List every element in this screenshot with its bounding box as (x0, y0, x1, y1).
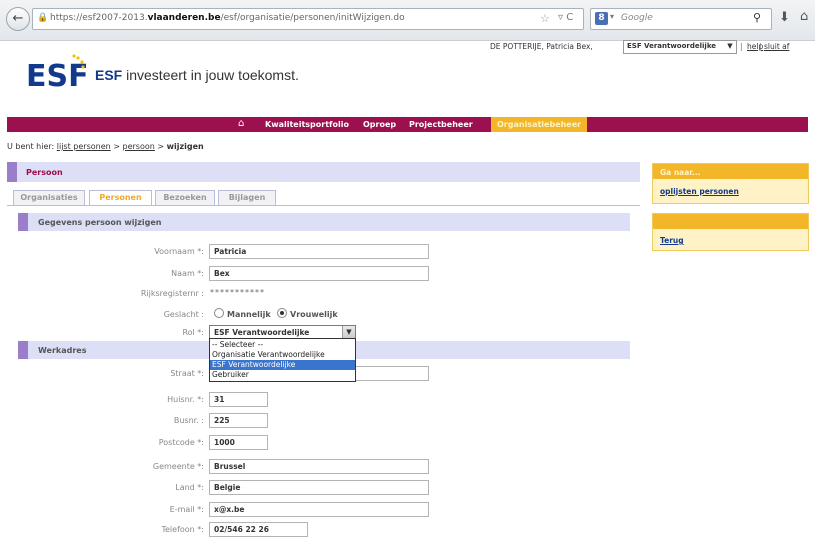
label-rol: Rol *: (182, 328, 204, 337)
chevron-down-icon: ▼ (727, 42, 733, 50)
rol-option-selected[interactable]: ESF Verantwoordelijke (210, 360, 355, 370)
section-header: Gegevens persoon wijzigen (18, 213, 630, 231)
esf-logo: ESF (26, 54, 86, 90)
nav-organisatiebeheer[interactable]: Organisatiebeheer (491, 117, 587, 132)
rol-option[interactable]: -- Selecteer -- (210, 340, 355, 350)
separator: | (740, 42, 743, 51)
label-telefoon: Telefoon *: (161, 525, 204, 534)
email-field[interactable]: x@x.be (209, 502, 429, 517)
header-accent (7, 162, 17, 182)
search-engine-dropdown-icon[interactable]: ▾ (610, 12, 614, 21)
url-text: https://esf2007-2013.vlaanderen.be/esf/o… (50, 13, 405, 23)
page-title: Persoon (26, 168, 63, 177)
label-naam: Naam *: (171, 269, 204, 278)
breadcrumb-current: wijzigen (166, 142, 204, 151)
tab-bijlagen[interactable]: Bijlagen (218, 190, 276, 205)
busnr-field[interactable]: 225 (209, 413, 268, 428)
tab-divider (7, 205, 640, 206)
tab-personen[interactable]: Personen (89, 190, 152, 206)
rol-select-value: ESF Verantwoordelijke (214, 328, 310, 337)
label-rijksregisternr: Rijksregisternr : (140, 289, 204, 298)
home-icon[interactable]: ⌂ (800, 9, 808, 24)
label-straat: Straat *: (170, 369, 204, 378)
main-nav: ⌂ Kwaliteitsportfolio Oproep Projectbehe… (7, 117, 808, 132)
telefoon-field[interactable]: 02/546 22 26 (209, 522, 308, 537)
link-oplijsten-personen[interactable]: oplijsten personen (660, 187, 739, 196)
side-panel-header: Ga naar... (653, 164, 808, 179)
role-select-value: ESF Verantwoordelijke (627, 42, 717, 50)
search-icon[interactable]: ⚲ (753, 11, 761, 24)
label-gemeente: Gemeente *: (152, 462, 204, 471)
land-field[interactable]: Belgie (209, 480, 429, 495)
side-panel-header (653, 214, 808, 229)
label-postcode: Postcode *: (158, 438, 204, 447)
bookmark-star-icon[interactable]: ☆ (540, 12, 550, 25)
rol-option[interactable]: Organisatie Verantwoordelijke (210, 350, 355, 360)
link-terug[interactable]: Terug (660, 236, 684, 245)
radio-vrouwelijk[interactable] (277, 308, 287, 318)
browser-toolbar: ← 🔒 https://esf2007-2013.vlaanderen.be/e… (0, 0, 815, 41)
rol-dropdown-list: -- Selecteer -- Organisatie Verantwoorde… (209, 338, 356, 382)
breadcrumb-separator: > (113, 142, 120, 151)
naam-field[interactable]: Bex (209, 266, 429, 281)
separator: | (759, 42, 762, 51)
side-panel-back: Terug (652, 213, 809, 251)
radio-vrouwelijk-label: Vrouwelijk (290, 310, 338, 319)
tab-bezoeken[interactable]: Bezoeken (155, 190, 215, 205)
tab-organisaties[interactable]: Organisaties (13, 190, 85, 205)
nav-active-label: Organisatiebeheer (497, 120, 582, 129)
nav-projectbeheer[interactable]: Projectbeheer (409, 120, 473, 129)
section-title: Werkadres (38, 346, 87, 355)
radio-mannelijk[interactable] (214, 308, 224, 318)
address-bar[interactable]: 🔒 https://esf2007-2013.vlaanderen.be/esf… (32, 8, 584, 30)
panel-header: Persoon (7, 162, 640, 182)
label-busnr: Busnr. : (173, 416, 204, 425)
download-icon[interactable]: ⬇ (779, 10, 790, 25)
search-bar[interactable]: 8 ▾ Google ⚲ (590, 8, 772, 30)
nav-oproep[interactable]: Oproep (363, 120, 396, 129)
reload-icon[interactable]: ▿ C (558, 12, 573, 23)
section-accent (18, 341, 28, 359)
lock-icon: 🔒 (37, 13, 49, 23)
slogan: ESF investeert in jouw toekomst. (95, 67, 299, 83)
rol-option[interactable]: Gebruiker (210, 370, 355, 380)
section-accent (18, 213, 28, 231)
breadcrumb-prefix: U bent hier: (7, 142, 55, 151)
role-select[interactable]: ESF Verantwoordelijke ▼ (623, 40, 737, 54)
huisnr-field[interactable]: 31 (209, 392, 268, 407)
search-engine-icon[interactable]: 8 (595, 12, 608, 25)
svg-text:ESF: ESF (26, 59, 86, 90)
breadcrumb-link-lijst-personen[interactable]: lijst personen (57, 142, 111, 151)
search-placeholder: Google (621, 13, 653, 23)
nav-kwaliteitsportfolio[interactable]: Kwaliteitsportfolio (265, 120, 349, 129)
home-icon[interactable]: ⌂ (238, 118, 244, 129)
label-email: E-mail *: (169, 505, 204, 514)
gemeente-field[interactable]: Brussel (209, 459, 429, 474)
logout-link[interactable]: sluit af (764, 42, 789, 51)
label-voornaam: Voornaam *: (154, 247, 204, 256)
side-panel-goto: Ga naar... oplijsten personen (652, 163, 809, 204)
postcode-field[interactable]: 1000 (209, 435, 268, 450)
rijksregisternr-value: *********** (210, 288, 265, 297)
label-huisnr: Huisnr. *: (167, 395, 204, 404)
radio-mannelijk-label: Mannelijk (227, 310, 271, 319)
breadcrumb-link-persoon[interactable]: persoon (123, 142, 155, 151)
back-arrow-icon[interactable]: ← (6, 7, 30, 31)
breadcrumb-separator: > (157, 142, 165, 151)
section-title: Gegevens persoon wijzigen (38, 218, 162, 227)
voornaam-field[interactable]: Patricia (209, 244, 429, 259)
side-panel-title: Ga naar... (660, 168, 701, 177)
label-geslacht: Geslacht : (163, 310, 204, 319)
breadcrumb: U bent hier: lijst personen > persoon > … (7, 142, 204, 151)
label-land: Land *: (175, 483, 204, 492)
user-name: DE POTTERIJE, Patricia Bex, (490, 42, 593, 51)
